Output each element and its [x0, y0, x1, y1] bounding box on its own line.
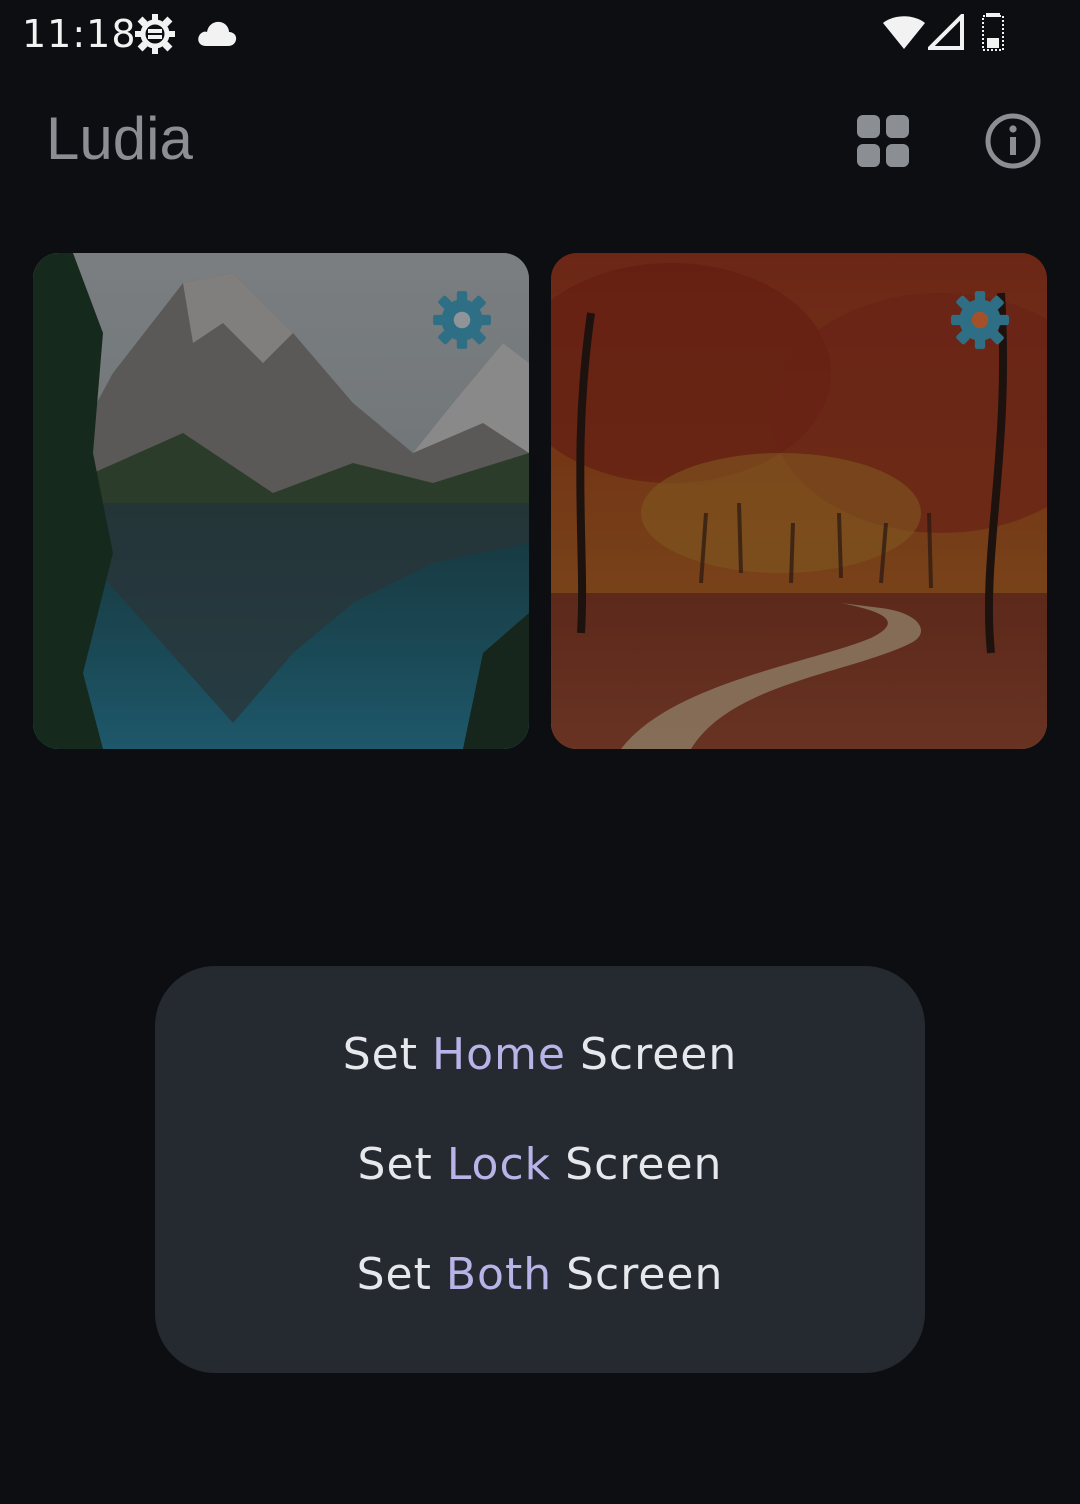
set-wallpaper-dialog: Set Home Screen Set Lock Screen Set Both… — [155, 966, 925, 1373]
battery-icon — [980, 12, 1006, 56]
status-time: 11:18 — [22, 12, 137, 56]
option-suffix: Screen — [579, 1028, 738, 1080]
option-highlight: Home — [432, 1028, 566, 1080]
wallpaper-card-autumn-forest[interactable] — [551, 253, 1047, 749]
set-both-screen-option[interactable]: Set Both Screen — [155, 1219, 925, 1329]
grid-view-icon — [857, 115, 909, 171]
option-highlight: Both — [445, 1248, 553, 1300]
option-prefix: Set — [356, 1248, 432, 1300]
info-button[interactable] — [978, 108, 1048, 178]
wallpaper-card-mountain-lake[interactable] — [33, 253, 529, 749]
cloud-icon — [196, 18, 238, 52]
option-prefix: Set — [357, 1138, 433, 1190]
wifi-icon — [882, 14, 926, 54]
option-prefix: Set — [342, 1028, 419, 1080]
set-home-screen-option[interactable]: Set Home Screen — [155, 999, 925, 1109]
status-bar: 11:18 — [0, 0, 1080, 70]
set-lock-screen-option[interactable]: Set Lock Screen — [155, 1109, 925, 1219]
app-screen: 11:18 Ludia Set Home Screen Set Lock Scr… — [0, 0, 1080, 1504]
app-title: Ludia — [46, 105, 193, 172]
grid-view-button[interactable] — [848, 108, 918, 178]
option-highlight: Lock — [446, 1138, 552, 1190]
option-suffix: Screen — [565, 1138, 723, 1190]
option-suffix: Screen — [566, 1248, 724, 1300]
info-icon — [984, 112, 1042, 174]
settings-gear-icon — [134, 13, 176, 59]
settings-gear-icon[interactable] — [431, 289, 493, 351]
settings-gear-icon[interactable] — [949, 289, 1011, 351]
cell-signal-icon — [925, 11, 964, 54]
